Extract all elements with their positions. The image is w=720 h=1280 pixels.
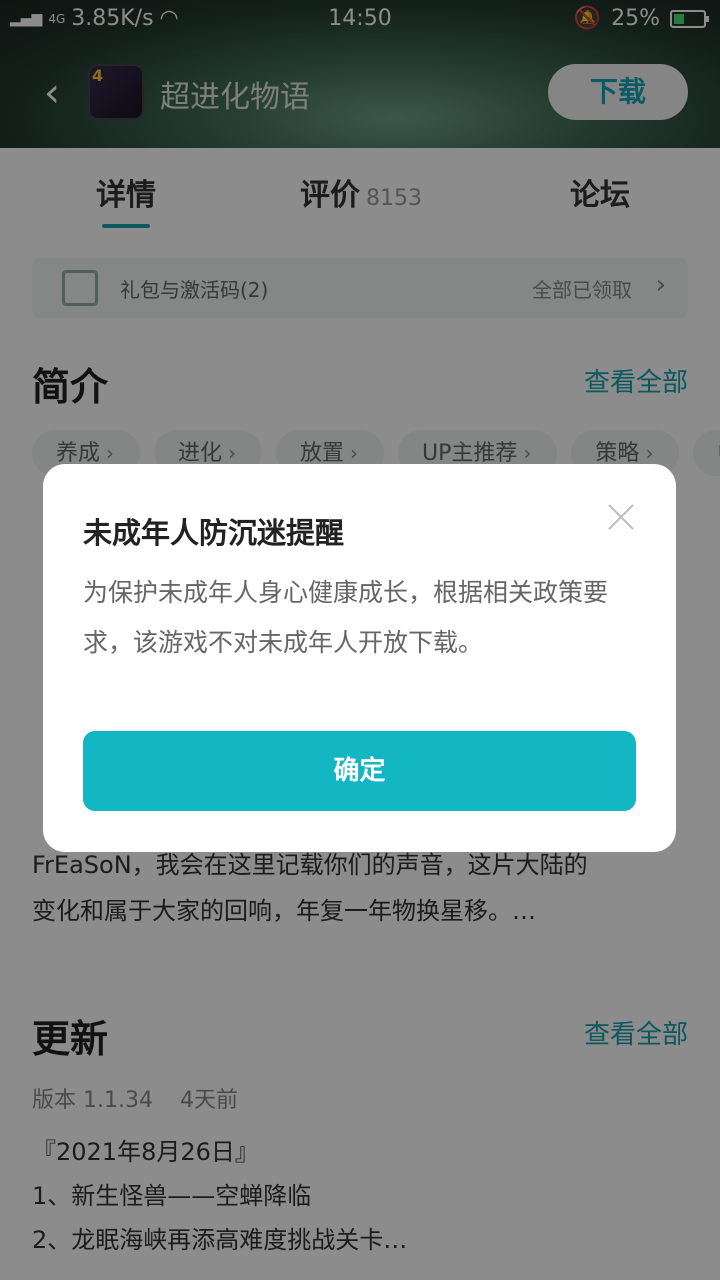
dialog-message: 为保护未成年人身心健康成长，根据相关政策要求，该游戏不对未成年人开放下载。 bbox=[83, 578, 609, 657]
confirm-button[interactable]: 确定 bbox=[83, 731, 636, 811]
anti-addiction-dialog: 未成年人防沉迷提醒 为保护未成年人身心健康成长，根据相关政策要求，该游戏不对未成… bbox=[43, 464, 676, 852]
close-icon[interactable] bbox=[604, 500, 638, 534]
dialog-title: 未成年人防沉迷提醒 bbox=[83, 516, 345, 550]
